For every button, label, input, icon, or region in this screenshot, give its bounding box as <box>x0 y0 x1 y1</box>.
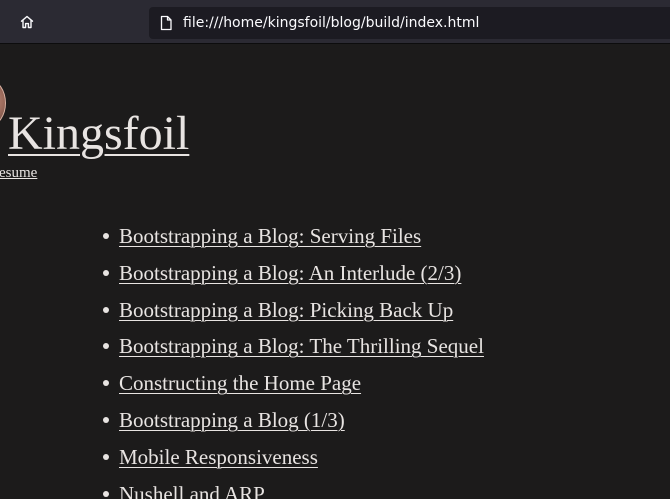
resume-link[interactable]: esume <box>0 164 37 182</box>
home-icon <box>20 15 34 29</box>
document-icon <box>160 15 172 31</box>
url-text[interactable]: file:///home/kingsfoil/blog/build/index.… <box>183 14 479 32</box>
post-list: Bootstrapping a Blog: Serving Files Boot… <box>103 222 484 499</box>
list-item: Mobile Responsiveness <box>103 443 484 480</box>
list-item: Constructing the Home Page <box>103 369 484 406</box>
browser-toolbar: file:///home/kingsfoil/blog/build/index.… <box>0 0 670 44</box>
list-item: Bootstrapping a Blog: Serving Files <box>103 222 484 259</box>
post-link[interactable]: Constructing the Home Page <box>119 371 361 395</box>
address-bar[interactable]: file:///home/kingsfoil/blog/build/index.… <box>149 7 670 39</box>
site-title[interactable]: Kingsfoil <box>8 104 189 164</box>
avatar <box>0 80 6 126</box>
post-link[interactable]: Mobile Responsiveness <box>119 445 318 469</box>
list-item: Bootstrapping a Blog: An Interlude (2/3) <box>103 259 484 296</box>
list-item: Nushell and ARP <box>103 480 484 499</box>
list-item: Bootstrapping a Blog: Picking Back Up <box>103 296 484 333</box>
home-button[interactable] <box>11 6 43 38</box>
post-link[interactable]: Nushell and ARP <box>119 482 265 499</box>
post-link[interactable]: Bootstrapping a Blog: Serving Files <box>119 224 421 248</box>
post-link[interactable]: Bootstrapping a Blog: An Interlude (2/3) <box>119 261 461 285</box>
post-link[interactable]: Bootstrapping a Blog: The Thrilling Sequ… <box>119 334 484 358</box>
list-item: Bootstrapping a Blog (1/3) <box>103 406 484 443</box>
post-link[interactable]: Bootstrapping a Blog: Picking Back Up <box>119 298 453 322</box>
post-link[interactable]: Bootstrapping a Blog (1/3) <box>119 408 345 432</box>
page-content: Kingsfoil esume Bootstrapping a Blog: Se… <box>0 44 670 499</box>
list-item: Bootstrapping a Blog: The Thrilling Sequ… <box>103 332 484 369</box>
